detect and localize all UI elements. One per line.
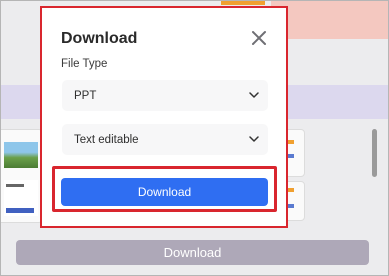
file-type-value: PPT bbox=[74, 89, 97, 102]
edit-mode-select[interactable]: Text editable bbox=[62, 124, 268, 155]
background-header-strip bbox=[271, 1, 388, 39]
background-thumbnail-card bbox=[1, 129, 43, 223]
thumbnail-image bbox=[4, 142, 38, 168]
chevron-down-icon bbox=[249, 136, 259, 142]
download-button[interactable]: Download bbox=[61, 178, 268, 206]
screenshot-frame: Download Download File Type PPT Text edi… bbox=[0, 0, 389, 276]
edit-mode-value: Text editable bbox=[74, 133, 139, 146]
chevron-down-icon bbox=[249, 92, 259, 98]
file-type-select[interactable]: PPT bbox=[62, 80, 268, 111]
scrollbar[interactable] bbox=[372, 129, 377, 177]
file-type-label: File Type bbox=[61, 58, 108, 70]
background-download-button[interactable]: Download bbox=[16, 240, 369, 265]
close-icon bbox=[252, 31, 266, 45]
dialog-title: Download bbox=[61, 30, 138, 47]
download-dialog: Download File Type PPT Text editable Dow… bbox=[40, 6, 288, 228]
close-button[interactable] bbox=[251, 30, 267, 46]
background-accent bbox=[221, 1, 265, 5]
thumbnail-text bbox=[4, 180, 38, 216]
